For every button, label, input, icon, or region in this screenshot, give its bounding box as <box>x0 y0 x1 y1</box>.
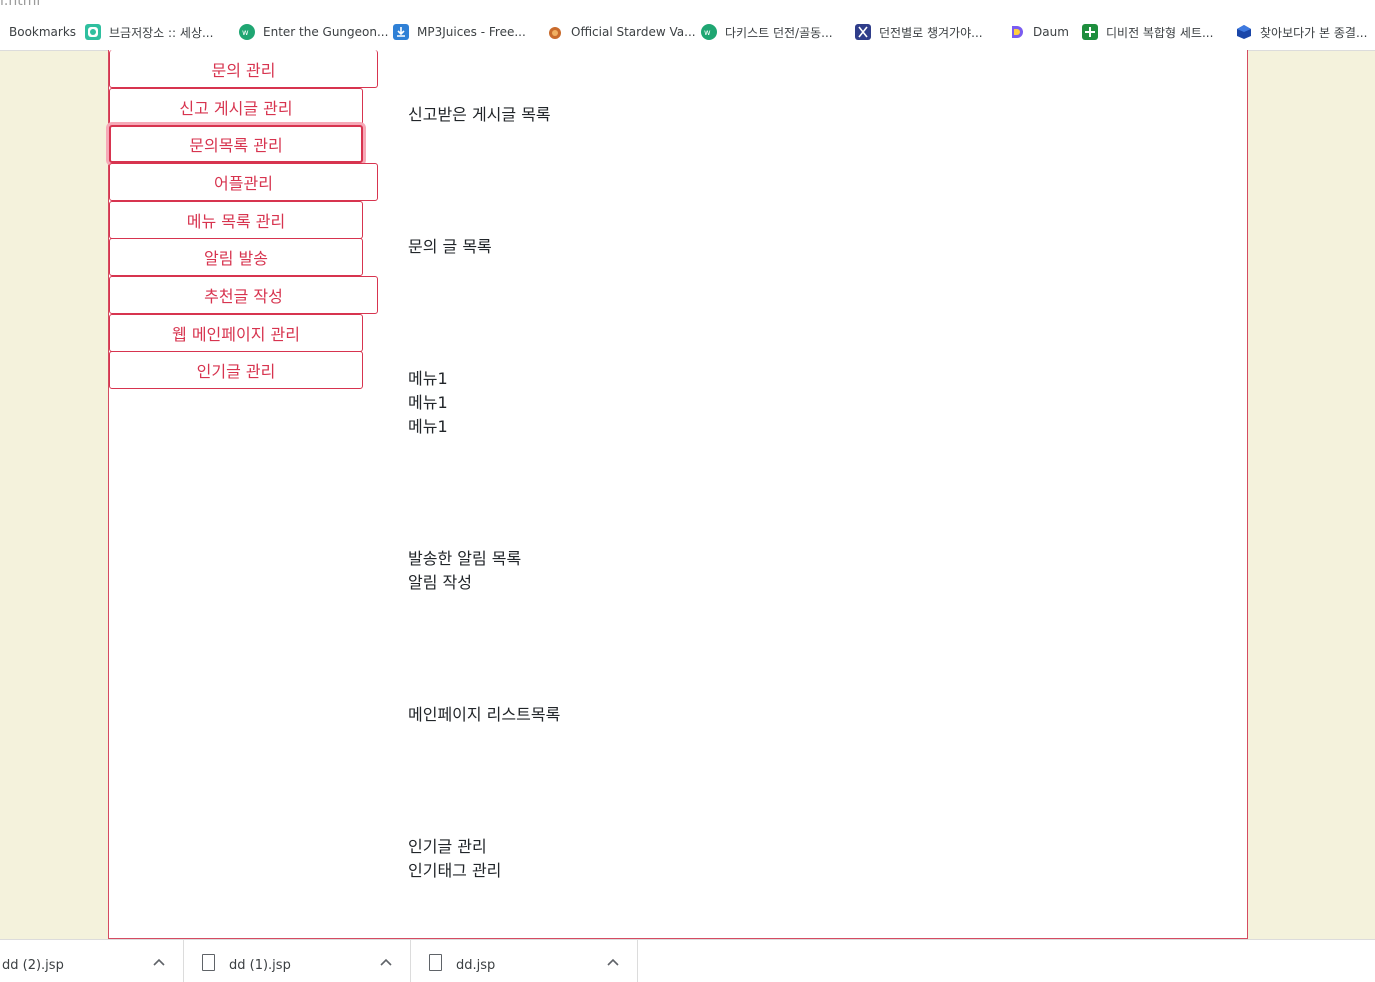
report-list-link[interactable]: 신고받은 게시글 목록 <box>408 103 551 127</box>
download-item[interactable]: dd (1).jsp <box>184 940 411 982</box>
menu-label: 신고 게시글 관리 <box>179 99 293 118</box>
menu-menu-list-manage[interactable]: 메뉴 목록 관리 <box>109 201 363 239</box>
main-page-list-link[interactable]: 메인페이지 리스트목록 <box>408 703 560 727</box>
menu-write-recommend[interactable]: 추천글 작성 <box>109 276 378 314</box>
menu-inquiry-manage[interactable]: 문의 관리 <box>109 50 378 88</box>
sheets-plus-icon <box>1082 24 1098 40</box>
bookmark-label: Official Stardew Va... <box>571 25 696 39</box>
download-filename: dd (1).jsp <box>229 958 291 973</box>
bookmark-dungeon-items[interactable]: 던전별로 챙겨가야... <box>855 14 983 50</box>
sent-alarm-list-link[interactable]: 발송한 알림 목록 <box>408 547 521 571</box>
menu-label: 문의 관리 <box>211 60 276 80</box>
bookmark-label: Bookmarks <box>9 25 77 39</box>
bookmark-division[interactable]: 디비전 복합형 세트... <box>1082 14 1213 50</box>
bookmark-darkest-dungeon[interactable]: w 다키스트 던전/골동... <box>701 14 833 50</box>
menu-report-manage[interactable]: 신고 게시글 관리 <box>109 88 363 126</box>
bookmark-gungeon[interactable]: w Enter the Gungeon... <box>239 14 388 50</box>
menu-label: 인기글 관리 <box>196 362 276 381</box>
svg-text:w: w <box>242 28 249 37</box>
bookmark-endgame[interactable]: 찾아보다가 본 종결... <box>1236 14 1367 50</box>
bookmark-bgm-storage[interactable]: 브금저장소 :: 세상... <box>85 14 213 50</box>
bookmark-label: 던전별로 챙겨가야... <box>879 25 983 40</box>
svg-text:w: w <box>704 28 711 37</box>
menu-label: 추천글 작성 <box>204 287 283 306</box>
downloads-shelf: dd (2).jsp dd (1).jsp dd.jsp <box>0 939 1375 982</box>
menu-label: 웹 메인페이지 관리 <box>172 325 300 344</box>
menu-item-2[interactable]: 메뉴1 <box>408 391 448 415</box>
menu-label: 알림 발송 <box>204 249 268 268</box>
url-bar-fragment: l.html <box>0 0 1375 14</box>
menu-item-1[interactable]: 메뉴1 <box>408 367 448 391</box>
x-logo-icon <box>855 24 871 40</box>
menu-send-alarm[interactable]: 알림 발송 <box>109 238 363 276</box>
url-text: l.html <box>0 0 41 9</box>
bookmark-mp3juices[interactable]: MP3Juices - Free... <box>393 14 526 50</box>
download-item[interactable]: dd (2).jsp <box>0 940 184 982</box>
download-filename: dd (2).jsp <box>2 958 64 973</box>
bookmark-label: 다키스트 던전/골동... <box>725 25 833 40</box>
bookmark-daum[interactable]: Daum <box>1009 14 1069 50</box>
chevron-up-icon[interactable] <box>607 956 619 970</box>
popular-posts-link[interactable]: 인기글 관리 <box>408 835 487 859</box>
admin-page: 문의 관리 신고 게시글 관리 문의목록 관리 어플관리 메뉴 목록 관리 알림… <box>108 50 1248 939</box>
bookmarks-bar: Bookmarks 브금저장소 :: 세상... w Enter the Gun… <box>0 14 1375 51</box>
menu-label: 메뉴 목록 관리 <box>186 212 286 231</box>
bookmark-label: 디비전 복합형 세트... <box>1106 25 1214 40</box>
bookmark-label: MP3Juices - Free... <box>417 25 526 39</box>
bookmarks-folder[interactable]: Bookmarks <box>9 14 76 50</box>
bookmark-label: Enter the Gungeon... <box>263 25 389 39</box>
wiki-icon: w <box>701 24 717 40</box>
menu-item-3[interactable]: 메뉴1 <box>408 415 448 439</box>
bookmark-stardew[interactable]: Official Stardew Va... <box>547 14 696 50</box>
chevron-up-icon[interactable] <box>380 956 392 970</box>
menu-app-manage[interactable]: 어플관리 <box>109 163 378 201</box>
download-icon <box>393 24 409 40</box>
daum-icon <box>1009 24 1025 40</box>
wiki-icon: w <box>239 24 255 40</box>
inquiry-list-link[interactable]: 문의 글 목록 <box>408 235 492 259</box>
menu-label: 문의목록 관리 <box>189 136 283 155</box>
bookmark-label: 브금저장소 :: 세상... <box>109 25 214 40</box>
music-note-icon <box>85 24 101 40</box>
write-alarm-link[interactable]: 알림 작성 <box>408 571 472 595</box>
menu-web-main-manage[interactable]: 웹 메인페이지 관리 <box>109 314 363 352</box>
menu-popular-manage[interactable]: 인기글 관리 <box>109 351 363 389</box>
file-icon <box>202 954 215 971</box>
download-item[interactable]: dd.jsp <box>411 940 638 982</box>
bookmark-label: 찾아보다가 본 종결... <box>1260 25 1368 40</box>
chevron-up-icon[interactable] <box>153 956 165 970</box>
menu-inquiry-list-manage[interactable]: 문의목록 관리 <box>109 125 363 163</box>
menu-label: 어플관리 <box>214 174 273 193</box>
chicken-icon <box>547 24 563 40</box>
bookmark-label: Daum <box>1033 25 1069 39</box>
file-icon <box>429 954 442 971</box>
download-filename: dd.jsp <box>456 958 496 973</box>
cube-icon <box>1236 24 1252 40</box>
popular-tags-link[interactable]: 인기태그 관리 <box>408 859 501 883</box>
